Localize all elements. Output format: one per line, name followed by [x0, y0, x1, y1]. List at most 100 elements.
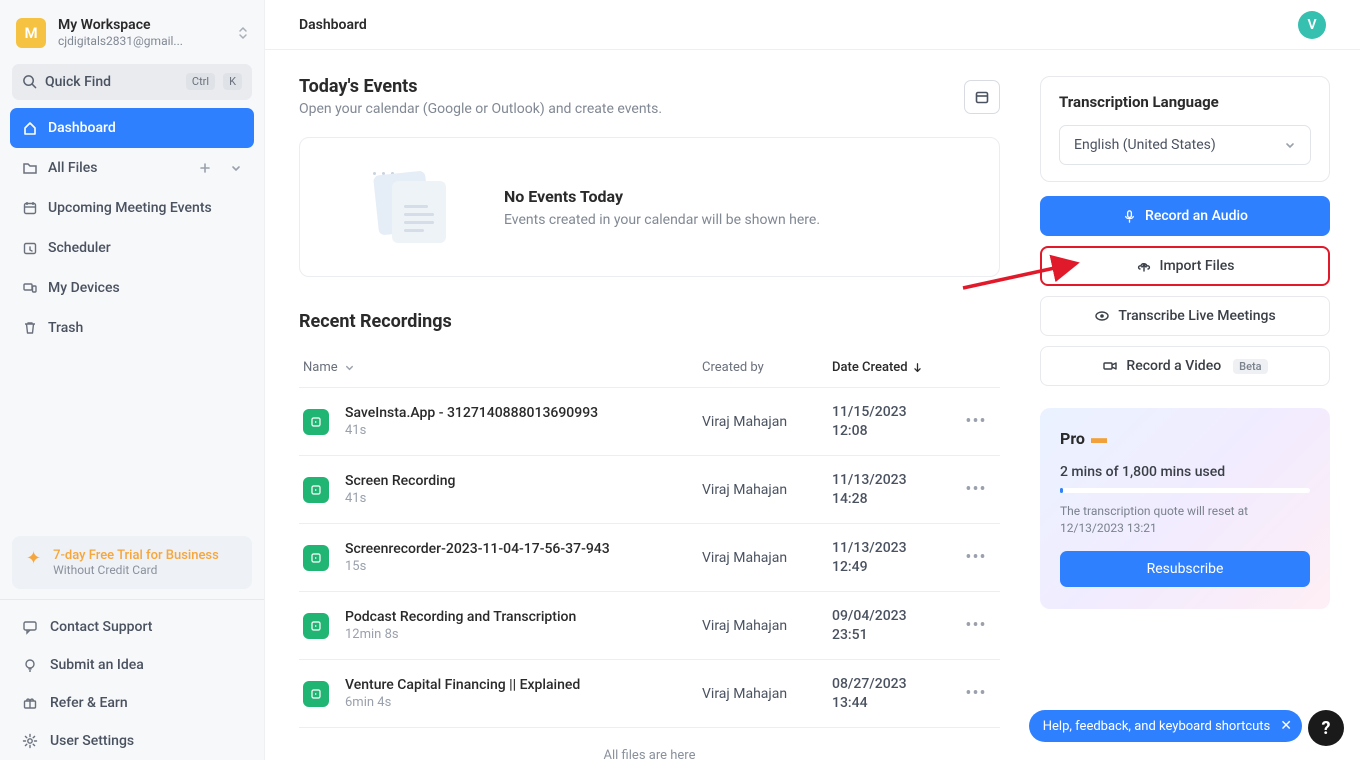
all-files-here: All files are here	[299, 728, 1000, 760]
sparkle-icon: ✦	[26, 548, 41, 577]
tl-select[interactable]: English (United States)	[1059, 125, 1311, 165]
table-row[interactable]: SaveInsta.App - 3127140888013690993 41s …	[299, 388, 1000, 456]
record-audio-label: Record an Audio	[1145, 208, 1248, 224]
user-settings-label: User Settings	[50, 733, 134, 749]
col-created-header[interactable]: Created by	[702, 360, 832, 375]
created-by: Viraj Mahajan	[702, 482, 787, 498]
arrow-down-icon	[912, 362, 923, 374]
nav-trash[interactable]: Trash	[10, 308, 254, 348]
file-icon	[303, 681, 329, 707]
help-fab[interactable]: ?	[1308, 710, 1344, 746]
row-actions[interactable]: •••	[952, 411, 1000, 432]
plus-icon[interactable]	[198, 161, 212, 175]
upload-icon	[1136, 258, 1152, 274]
calendar-icon	[22, 200, 38, 216]
file-duration: 15s	[345, 559, 610, 574]
close-icon[interactable]: ✕	[1280, 718, 1292, 734]
search-icon	[22, 74, 37, 89]
chat-icon	[22, 619, 38, 635]
pro-progress	[1060, 488, 1310, 493]
main: Dashboard V Today's Events Open your cal…	[265, 0, 1360, 760]
import-files-label: Import Files	[1160, 258, 1235, 274]
transcription-language-card: Transcription Language English (United S…	[1040, 76, 1330, 182]
trial-card[interactable]: ✦ 7-day Free Trial for Business Without …	[12, 536, 252, 589]
nav-scheduler-label: Scheduler	[48, 240, 111, 256]
col-name-label: Name	[303, 360, 338, 375]
row-actions[interactable]: •••	[952, 683, 1000, 704]
table-row[interactable]: Venture Capital Financing || Explained 6…	[299, 660, 1000, 728]
contact-support[interactable]: Contact Support	[0, 608, 264, 646]
transcribe-live-label: Transcribe Live Meetings	[1118, 308, 1275, 324]
events-title: Today's Events	[299, 76, 964, 97]
beta-badge: Beta	[1233, 359, 1267, 374]
record-video-button[interactable]: Record a Video Beta	[1040, 346, 1330, 386]
import-files-button[interactable]: Import Files	[1040, 246, 1330, 286]
nav-scheduler[interactable]: Scheduler	[10, 228, 254, 268]
mic-icon	[1122, 209, 1137, 224]
chevron-down-icon[interactable]	[230, 162, 242, 174]
pro-note: The transcription quote will reset at 12…	[1060, 503, 1310, 537]
file-name: Screenrecorder-2023-11-04-17-56-37-943	[345, 541, 610, 557]
refer-earn-label: Refer & Earn	[50, 695, 128, 711]
help-pill[interactable]: Help, feedback, and keyboard shortcuts ✕	[1029, 710, 1302, 742]
table-row[interactable]: Screenrecorder-2023-11-04-17-56-37-943 1…	[299, 524, 1000, 592]
col-name-header[interactable]: Name	[299, 360, 702, 375]
quick-find-label: Quick Find	[45, 74, 178, 90]
file-name: Podcast Recording and Transcription	[345, 609, 576, 625]
record-audio-button[interactable]: Record an Audio	[1040, 196, 1330, 236]
nav-all-files[interactable]: All Files	[10, 148, 254, 188]
table-row[interactable]: Podcast Recording and Transcription 12mi…	[299, 592, 1000, 660]
home-icon	[22, 120, 38, 136]
pro-card: Pro▬ 2 mins of 1,800 mins used The trans…	[1040, 408, 1330, 609]
submit-idea-label: Submit an Idea	[50, 657, 144, 673]
folder-icon	[22, 160, 38, 176]
contact-support-label: Contact Support	[50, 619, 152, 635]
refer-earn[interactable]: Refer & Earn	[0, 684, 264, 722]
events-empty: No Events Today Events created in your c…	[299, 137, 1000, 277]
row-actions[interactable]: •••	[952, 479, 1000, 500]
row-actions[interactable]: •••	[952, 547, 1000, 568]
calendar-button[interactable]	[964, 80, 1000, 114]
page-title: Dashboard	[299, 17, 367, 33]
gear-icon	[22, 733, 38, 749]
file-name: Venture Capital Financing || Explained	[345, 677, 580, 693]
created-by: Viraj Mahajan	[702, 550, 787, 566]
quick-find[interactable]: Quick Find Ctrl K	[12, 64, 252, 100]
row-actions[interactable]: •••	[952, 615, 1000, 636]
bulb-icon	[22, 657, 38, 673]
file-icon	[303, 477, 329, 503]
date-created: 11/13/202314:28	[832, 471, 952, 507]
chevron-down-icon	[1284, 139, 1296, 151]
transcribe-live-button[interactable]: Transcribe Live Meetings	[1040, 296, 1330, 336]
chevron-updown-icon	[238, 25, 248, 41]
devices-icon	[22, 280, 38, 296]
date-created: 08/27/202313:44	[832, 675, 952, 711]
created-by: Viraj Mahajan	[702, 686, 787, 702]
avatar[interactable]: V	[1298, 11, 1326, 39]
workspace-switcher[interactable]: M My Workspace cjdigitals2831@gmail...	[0, 0, 264, 60]
submit-idea[interactable]: Submit an Idea	[0, 646, 264, 684]
created-by: Viraj Mahajan	[702, 618, 787, 634]
file-icon	[303, 409, 329, 435]
file-duration: 41s	[345, 423, 598, 438]
topbar: Dashboard V	[265, 0, 1360, 50]
events-illustration	[364, 167, 464, 247]
nav-all-files-label: All Files	[48, 160, 97, 176]
user-settings[interactable]: User Settings	[0, 722, 264, 760]
date-created: 09/04/202323:51	[832, 607, 952, 643]
file-icon	[303, 613, 329, 639]
crown-icon: ▬	[1091, 428, 1107, 448]
table-row[interactable]: Screen Recording 41s Viraj Mahajan 11/13…	[299, 456, 1000, 524]
key-ctrl: Ctrl	[186, 73, 215, 90]
col-date-header[interactable]: Date Created	[832, 360, 952, 375]
nav-devices[interactable]: My Devices	[10, 268, 254, 308]
nav-trash-label: Trash	[48, 320, 83, 336]
resubscribe-button[interactable]: Resubscribe	[1060, 551, 1310, 587]
help-pill-label: Help, feedback, and keyboard shortcuts	[1043, 719, 1271, 734]
nav-upcoming-label: Upcoming Meeting Events	[48, 200, 212, 216]
scheduler-icon	[22, 240, 38, 256]
date-created: 11/13/202312:49	[832, 539, 952, 575]
nav-upcoming[interactable]: Upcoming Meeting Events	[10, 188, 254, 228]
nav-dashboard[interactable]: Dashboard	[10, 108, 254, 148]
key-k: K	[223, 73, 242, 90]
